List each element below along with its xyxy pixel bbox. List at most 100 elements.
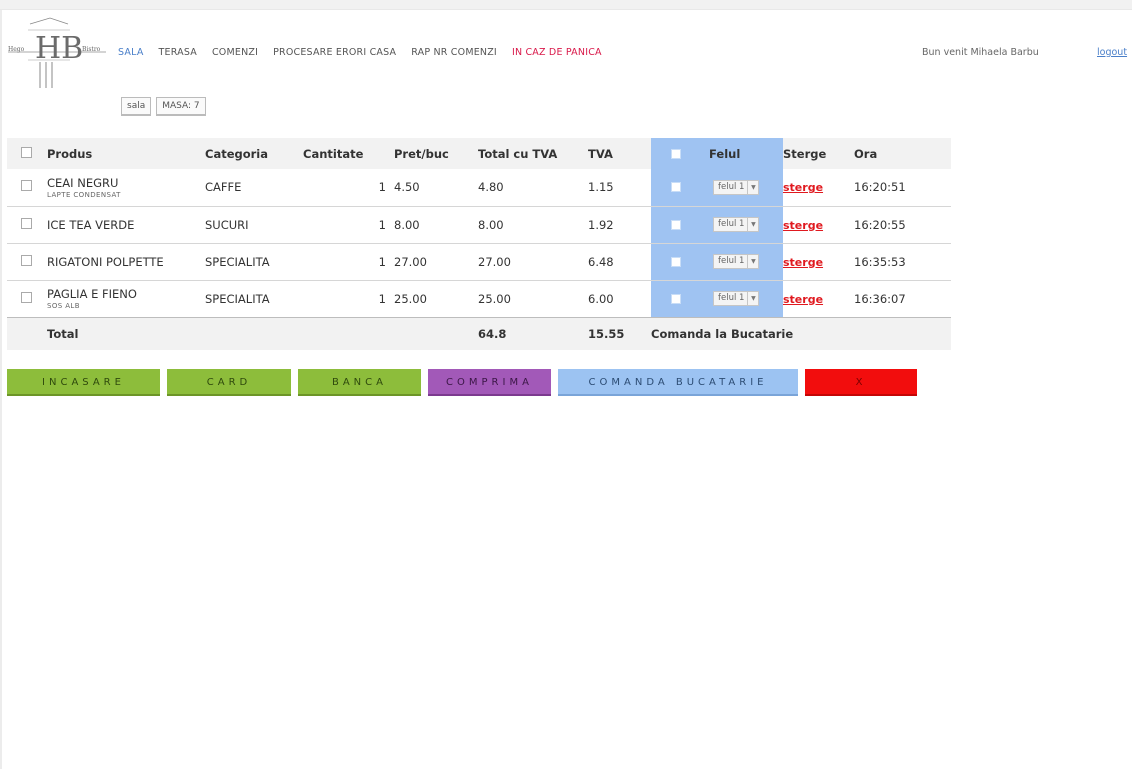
- cell-cantitate: 1: [378, 217, 386, 232]
- sterge-link[interactable]: sterge: [783, 181, 823, 194]
- table-row: CEAI NEGRU LAPTE CONDENSAT CAFFE 1 4.50 4…: [7, 169, 951, 206]
- logout-link[interactable]: logout: [1097, 47, 1127, 58]
- felul-value: felul 1: [718, 181, 745, 192]
- cell-sterge: sterge: [783, 206, 854, 243]
- hb-logo[interactable]: Hego Bistro HB: [6, 14, 108, 92]
- cell-total: 25.00: [478, 291, 511, 306]
- cell-cantitate: 1: [378, 254, 386, 269]
- table-header-row: Produs Categoria Cantitate Pret/buc Tota…: [7, 138, 951, 169]
- header-categoria: Categoria: [205, 146, 269, 161]
- comanda-bucatarie-button[interactable]: COMANDA BUCATARIE: [558, 369, 798, 396]
- felul-checkbox[interactable]: [671, 256, 681, 267]
- nav-rap-nr-comenzi[interactable]: RAP NR COMENZI: [411, 47, 497, 58]
- cell-felul: felul 1 ▼: [651, 206, 783, 243]
- nav-comenzi[interactable]: COMENZI: [212, 47, 258, 58]
- sterge-link[interactable]: sterge: [783, 219, 823, 232]
- felul-checkbox[interactable]: [671, 182, 681, 193]
- cell-pret: 8.00: [394, 217, 420, 232]
- breadcrumb: sala MASA: 7: [121, 97, 206, 116]
- table-row: RIGATONI POLPETTE SPECIALITA 1 27.00 27.…: [7, 243, 951, 280]
- row-checkbox-cell: [7, 169, 47, 206]
- total-row: Total 64.8 15.55 Comanda la Bucatarie: [7, 317, 951, 350]
- comprima-button[interactable]: COMPRIMA: [428, 369, 551, 396]
- felul-checkbox[interactable]: [671, 293, 681, 304]
- felul-select[interactable]: felul 1 ▼: [713, 179, 760, 195]
- row-checkbox[interactable]: [21, 254, 32, 266]
- cell-categoria: SPECIALITA: [205, 254, 270, 269]
- logo-side-text-left: Hego: [8, 46, 25, 53]
- logo-side-text-right: Bistro: [82, 46, 101, 53]
- cell-sterge: sterge: [783, 243, 854, 280]
- cell-total: 27.00: [478, 254, 511, 269]
- cell-cantitate: 1: [378, 180, 386, 195]
- sterge-link[interactable]: sterge: [783, 293, 823, 306]
- cell-pret: 25.00: [394, 291, 427, 306]
- header-produs: Produs: [47, 146, 93, 161]
- row-checkbox-cell: [7, 280, 47, 317]
- breadcrumb-sala[interactable]: sala: [121, 97, 152, 116]
- nav-terasa[interactable]: TERASA: [159, 47, 197, 58]
- row-checkbox-cell: [7, 243, 47, 280]
- close-button[interactable]: X: [805, 369, 917, 396]
- cell-total: 4.80: [478, 180, 504, 195]
- cell-tva: 1.92: [588, 217, 614, 232]
- chevron-down-icon: ▼: [747, 180, 758, 194]
- header-felul-cell: Felul: [651, 138, 783, 169]
- product-name: PAGLIA E FIENO: [47, 287, 137, 301]
- felul-select[interactable]: felul 1 ▼: [713, 291, 760, 306]
- header-tva: TVA: [588, 146, 613, 161]
- felul-select-all-checkbox[interactable]: [671, 148, 681, 159]
- felul-select[interactable]: felul 1 ▼: [713, 217, 760, 232]
- chevron-down-icon: ▼: [747, 292, 758, 305]
- product-name: RIGATONI POLPETTE: [47, 254, 164, 269]
- chevron-down-icon: ▼: [747, 255, 758, 268]
- cell-tva: 1.15: [588, 180, 614, 195]
- felul-checkbox[interactable]: [671, 219, 681, 230]
- card-button[interactable]: CARD: [167, 369, 291, 396]
- felul-value: felul 1: [718, 293, 745, 303]
- felul-value: felul 1: [718, 256, 745, 266]
- comanda-la-bucatarie-label: Comanda la Bucatarie: [651, 326, 794, 341]
- select-all-checkbox[interactable]: [21, 146, 32, 158]
- left-border: [0, 10, 2, 769]
- nav-sala[interactable]: SALA: [118, 47, 144, 58]
- product-note: LAPTE CONDENSAT: [47, 190, 121, 199]
- cell-ora: 16:20:55: [854, 217, 906, 232]
- header-total: Total cu TVA: [478, 146, 558, 161]
- header-felul: Felul: [709, 146, 741, 161]
- banca-button[interactable]: BANCA: [298, 369, 421, 396]
- total-empty: [394, 317, 478, 350]
- order-table: Produs Categoria Cantitate Pret/buc Tota…: [7, 138, 951, 350]
- cell-categoria: CAFFE: [205, 180, 242, 195]
- cell-felul: felul 1 ▼: [651, 169, 783, 206]
- cell-cantitate: 1: [378, 291, 386, 306]
- cell-sterge: sterge: [783, 280, 854, 317]
- cell-felul: felul 1 ▼: [651, 243, 783, 280]
- row-checkbox[interactable]: [21, 291, 32, 303]
- cell-tva: 6.48: [588, 254, 614, 269]
- cell-tva: 6.00: [588, 291, 614, 306]
- total-empty: [303, 317, 394, 350]
- main-nav: SALA TERASA COMENZI PROCESARE ERORI CASA…: [118, 47, 617, 58]
- total-label: Total: [47, 326, 79, 341]
- header-sterge: Sterge: [783, 146, 827, 161]
- row-checkbox[interactable]: [21, 217, 32, 229]
- nav-in-caz-de-panica[interactable]: IN CAZ DE PANICA: [512, 47, 602, 58]
- chevron-down-icon: ▼: [747, 218, 758, 231]
- breadcrumb-masa[interactable]: MASA: 7: [156, 97, 206, 116]
- select-all-cell: [7, 138, 47, 169]
- total-tva: 15.55: [588, 326, 625, 341]
- row-checkbox[interactable]: [21, 180, 32, 192]
- cell-produs: ICE TEA VERDE: [47, 206, 205, 243]
- total-empty: [205, 317, 303, 350]
- nav-procesare-erori-casa[interactable]: PROCESARE ERORI CASA: [273, 47, 396, 58]
- row-checkbox-cell: [7, 206, 47, 243]
- table-row: PAGLIA E FIENO SOS ALB SPECIALITA 1 25.00…: [7, 280, 951, 317]
- top-border: [0, 0, 1132, 10]
- incasare-button[interactable]: INCASARE: [7, 369, 160, 396]
- sterge-link[interactable]: sterge: [783, 256, 823, 269]
- header-cantitate: Cantitate: [303, 146, 364, 161]
- felul-select[interactable]: felul 1 ▼: [713, 254, 760, 269]
- cell-pret: 27.00: [394, 254, 427, 269]
- table-row: ICE TEA VERDE SUCURI 1 8.00 8.00 1.92 fe…: [7, 206, 951, 243]
